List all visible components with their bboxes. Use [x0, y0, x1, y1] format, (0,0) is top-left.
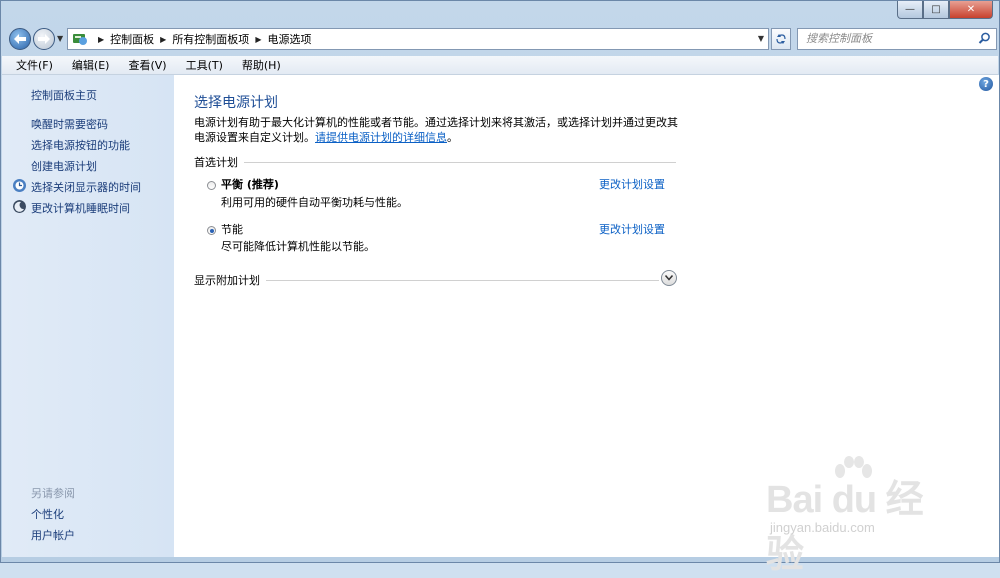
breadcrumb-item[interactable]: ▶ 控制面板: [92, 31, 154, 47]
plan-info-link[interactable]: 请提供电源计划的详细信息: [315, 131, 447, 144]
preferred-plans-label: 首选计划: [194, 156, 238, 169]
refresh-icon: [776, 34, 786, 44]
sidebar-item-home[interactable]: 控制面板主页: [31, 87, 97, 103]
control-panel-icon: [73, 34, 87, 45]
address-bar[interactable]: ▶ 控制面板 ▶ 所有控制面板项 ▶ 电源选项 ▼: [67, 28, 769, 50]
watermark-url: jingyan.baidu.com: [770, 520, 875, 535]
search-placeholder: 搜索控制面板: [806, 32, 872, 45]
search-input[interactable]: 搜索控制面板: [797, 28, 997, 50]
sidebar-item-personalization[interactable]: 个性化: [31, 506, 64, 522]
page-title: 选择电源计划: [194, 95, 278, 111]
breadcrumb-separator-icon[interactable]: ▶: [160, 35, 166, 44]
sidebar-item-sleep-time[interactable]: 更改计算机睡眠时间: [31, 200, 130, 216]
recent-pages-dropdown-icon[interactable]: ▼: [57, 34, 63, 43]
expand-chevron-icon[interactable]: [661, 270, 677, 286]
breadcrumb-label[interactable]: 所有控制面板项: [172, 31, 249, 47]
sidebar-item-user-accounts[interactable]: 用户帐户: [31, 527, 75, 543]
divider: [266, 279, 659, 281]
plan-power-saver-description: 尽可能降低计算机性能以节能。: [221, 240, 375, 253]
minimize-button[interactable]: —: [897, 1, 923, 19]
breadcrumb-label[interactable]: 电源选项: [267, 31, 311, 47]
page-description: 电源计划有助于最大化计算机的性能或者节能。通过选择计划来将其激活，或选择计划并通…: [194, 115, 684, 145]
menu-help[interactable]: 帮助(H): [230, 57, 288, 73]
breadcrumb-separator-icon[interactable]: ▶: [255, 35, 261, 44]
plan-balanced-change-settings-link[interactable]: 更改计划设置: [599, 176, 665, 192]
display-clock-icon: [13, 179, 26, 192]
forward-arrow-icon: [38, 34, 50, 44]
back-arrow-icon: [14, 34, 26, 44]
plan-power-saver-change-settings-link[interactable]: 更改计划设置: [599, 221, 665, 237]
sidebar-item-wake-password[interactable]: 唤醒时需要密码: [31, 116, 108, 132]
preferred-plans-header: 首选计划: [194, 154, 676, 170]
menu-edit[interactable]: 编辑(E): [60, 57, 117, 73]
breadcrumb-item[interactable]: ▶ 电源选项: [249, 31, 311, 47]
description-suffix: 。: [447, 131, 458, 144]
sidebar-item-create-plan[interactable]: 创建电源计划: [31, 158, 97, 174]
maximize-button[interactable]: □: [923, 1, 949, 19]
breadcrumb-separator-icon[interactable]: ▶: [98, 35, 104, 44]
additional-plans-label[interactable]: 显示附加计划: [194, 272, 260, 288]
navigation-bar: ▼ ▶ 控制面板 ▶ 所有控制面板项 ▶ 电源选项 ▼ 搜索控制面板: [7, 27, 997, 51]
help-icon[interactable]: ?: [979, 77, 993, 91]
address-dropdown-icon[interactable]: ▼: [758, 34, 764, 43]
divider: [244, 161, 676, 163]
forward-button[interactable]: [33, 28, 55, 50]
scroll-gutter: [995, 75, 999, 557]
breadcrumb-item[interactable]: ▶ 所有控制面板项: [154, 31, 249, 47]
back-button[interactable]: [9, 28, 31, 50]
menu-bar: 文件(F) 编辑(E) 查看(V) 工具(T) 帮助(H): [2, 56, 998, 75]
plan-power-saver-name[interactable]: 节能: [221, 221, 243, 237]
plan-balanced-description: 利用可用的硬件自动平衡功耗与性能。: [221, 196, 408, 209]
search-icon[interactable]: [978, 32, 991, 45]
control-panel-window: — □ ✕ ▼ ▶ 控制面板 ▶ 所有控制面板项 ▶ 电源选项 ▼ 搜索控制面板: [0, 0, 1000, 576]
plan-balanced-name[interactable]: 平衡 (推荐): [221, 176, 279, 192]
close-button[interactable]: ✕: [949, 1, 993, 19]
caption-buttons: — □ ✕: [897, 1, 993, 19]
plan-balanced-radio[interactable]: [207, 181, 216, 190]
additional-plans-header[interactable]: 显示附加计划: [194, 272, 659, 288]
see-also-heading: 另请参阅: [31, 487, 75, 500]
menu-tools[interactable]: 工具(T): [174, 57, 230, 73]
watermark: Bai du 经验 jingyan.baidu.com: [766, 456, 946, 576]
breadcrumb-label[interactable]: 控制面板: [110, 31, 154, 47]
sidebar-item-display-off[interactable]: 选择关闭显示器的时间: [31, 179, 141, 195]
sidebar-item-power-button[interactable]: 选择电源按钮的功能: [31, 137, 130, 153]
refresh-button[interactable]: [771, 28, 791, 50]
menu-view[interactable]: 查看(V): [116, 57, 173, 73]
sleep-moon-icon: [13, 200, 26, 213]
menu-file[interactable]: 文件(F): [2, 57, 60, 73]
plan-power-saver-radio[interactable]: [207, 226, 216, 235]
chevron-down-icon: [665, 275, 673, 281]
